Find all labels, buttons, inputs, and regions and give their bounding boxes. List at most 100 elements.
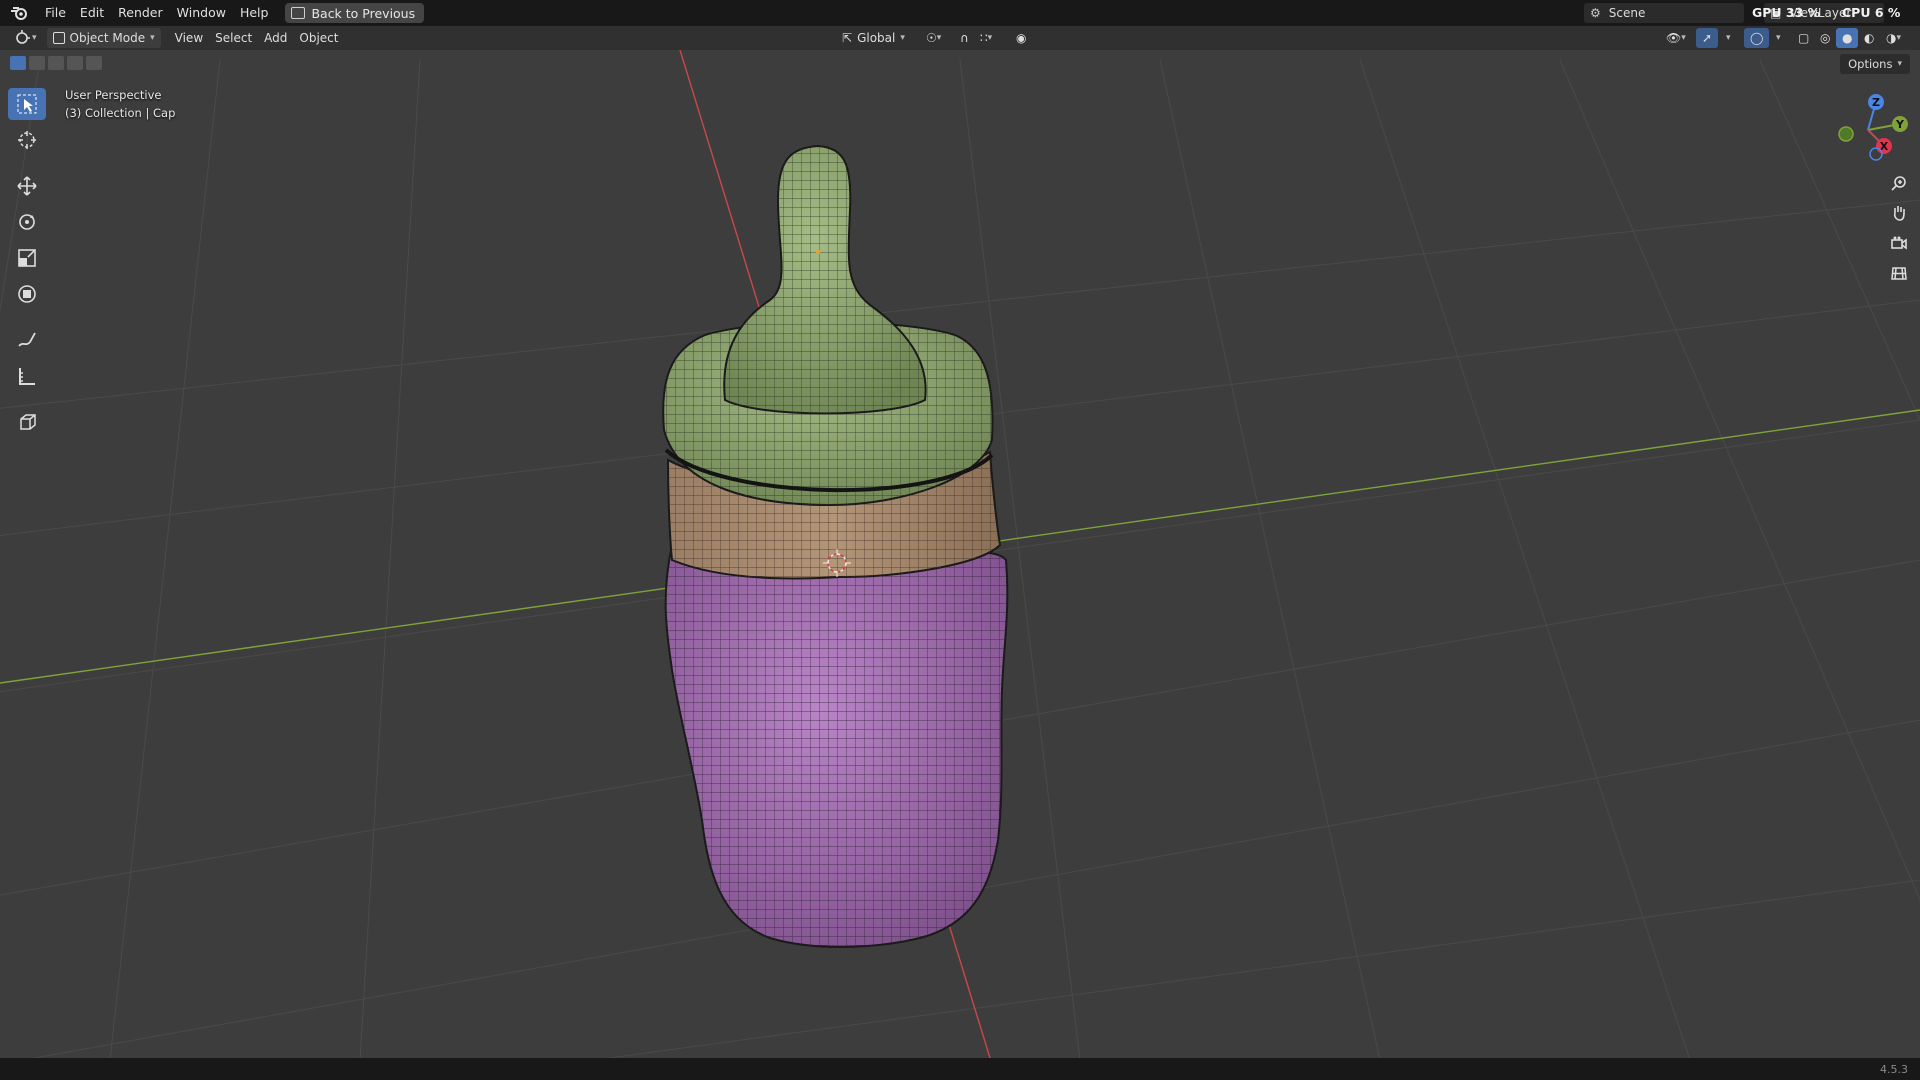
gizmo-neg-y-axis[interactable] <box>1838 126 1854 142</box>
pivot-icon: ☉ <box>926 31 937 45</box>
menu-object[interactable]: Object <box>293 28 344 48</box>
scene-icon: ⚙ <box>1590 6 1601 20</box>
magnet-icon: ∩ <box>960 31 969 45</box>
menu-view[interactable]: View <box>169 28 209 48</box>
scale-tool[interactable] <box>8 242 46 274</box>
menu-window[interactable]: Window <box>170 0 233 26</box>
options-dropdown[interactable]: Options ▾ <box>1840 54 1910 74</box>
selection-mode-group <box>10 56 102 70</box>
measure-icon <box>19 368 35 385</box>
transform-orientation-label: Global <box>857 31 896 45</box>
select-new-button[interactable] <box>10 56 26 70</box>
add-cube-tool[interactable] <box>8 406 46 438</box>
orientation-icon: ⇱ <box>842 31 853 45</box>
overlays-dropdown[interactable]: ▾ <box>1770 28 1787 48</box>
select-extend-button[interactable] <box>29 56 45 70</box>
viewport-header: ▾ Object Mode ▾ View Select Add Object ⇱… <box>0 26 1920 50</box>
pan-button[interactable] <box>1888 202 1910 224</box>
gizmo-y-label: Y <box>1895 118 1905 131</box>
select-subtract-button[interactable] <box>48 56 64 70</box>
proportional-edit-toggle[interactable]: ◉ <box>1010 28 1032 48</box>
back-to-previous-button[interactable]: Back to Previous <box>285 3 425 23</box>
eye-icon: 👁 <box>1666 31 1682 45</box>
select-intersect-button[interactable] <box>86 56 102 70</box>
scale-icon <box>18 249 36 267</box>
tool-shelf <box>8 88 46 438</box>
top-menu-bar: File Edit Render Window Help Back to Pre… <box>0 0 1920 26</box>
rotate-icon <box>19 214 35 230</box>
scene-name: Scene <box>1608 6 1646 20</box>
options-label: Options <box>1848 57 1893 71</box>
material-shading-button[interactable]: ◐ <box>1858 28 1880 48</box>
gizmo-neg-z-axis[interactable] <box>1869 147 1883 161</box>
origin-dot <box>816 250 820 254</box>
overlays-icon: ◯ <box>1750 31 1764 45</box>
xray-icon: ▢ <box>1798 31 1810 45</box>
bottle-nipple-mesh[interactable] <box>723 144 927 415</box>
snap-grid-icon: ∷ <box>980 31 988 45</box>
version-label: 4.5.3 <box>1880 1062 1908 1076</box>
snap-target-dropdown[interactable]: ∷ ▾ <box>974 28 998 48</box>
select-invert-button[interactable] <box>67 56 83 70</box>
object-mode-icon <box>52 32 65 44</box>
perspective-toggle-button[interactable] <box>1888 262 1910 284</box>
snap-toggle[interactable]: ∩ <box>954 28 975 48</box>
cursor-icon <box>18 131 36 149</box>
menu-render[interactable]: Render <box>111 0 170 26</box>
measure-tool[interactable] <box>8 360 46 392</box>
gpu-stat: GPU 33 % <box>1752 5 1821 20</box>
menu-file[interactable]: File <box>38 0 73 26</box>
blender-window: File Edit Render Window Help Back to Pre… <box>0 0 1920 1080</box>
scene-selector[interactable]: ⚙ Scene <box>1584 3 1744 23</box>
wireframe-shading-button[interactable]: ◎ <box>1814 28 1836 48</box>
gizmo-z-label: Z <box>1872 96 1880 109</box>
object-mode-dropdown[interactable]: Object Mode ▾ <box>46 28 161 48</box>
menu-select[interactable]: Select <box>209 28 258 48</box>
transform-orientation-dropdown[interactable]: ⇱ Global ▾ <box>836 28 911 48</box>
camera-view-button[interactable] <box>1888 232 1910 254</box>
solid-icon: ● <box>1842 31 1853 45</box>
view-perspective-label: User Perspective <box>65 88 162 102</box>
gizmo-toggle[interactable]: ➚ <box>1696 28 1719 48</box>
zoom-button[interactable] <box>1888 172 1910 194</box>
menu-help[interactable]: Help <box>233 0 276 26</box>
viewport-canvas[interactable] <box>0 50 1920 1058</box>
xray-toggle[interactable]: ▢ <box>1792 28 1815 48</box>
bottle-body-mesh[interactable] <box>664 543 1009 948</box>
overlays-toggle[interactable]: ◯ <box>1744 28 1770 48</box>
add-cube-icon <box>20 414 36 430</box>
zoom-icon <box>1891 176 1906 191</box>
grid-view-icon <box>1891 267 1907 280</box>
editor-type-button[interactable]: ▾ <box>8 28 43 48</box>
proportional-icon: ◉ <box>1016 31 1027 45</box>
material-icon: ◐ <box>1864 31 1875 45</box>
3d-viewport[interactable] <box>0 50 1920 1058</box>
move-icon <box>17 176 37 196</box>
status-bar: 4.5.3 <box>0 1058 1920 1080</box>
transform-icon <box>18 285 36 303</box>
rotate-tool[interactable] <box>8 206 46 238</box>
pan-hand-icon <box>1893 206 1905 221</box>
rendered-shading-button[interactable]: ◑ ▾ <box>1880 28 1907 48</box>
solid-shading-button[interactable]: ● <box>1836 28 1859 48</box>
cursor-tool[interactable] <box>8 124 46 156</box>
transform-tool[interactable] <box>8 278 46 310</box>
gizmo-dropdown[interactable]: ▾ <box>1720 28 1737 48</box>
select-box-tool[interactable] <box>8 88 46 120</box>
navigation-gizmo[interactable]: Z Y X <box>1828 90 1908 170</box>
pivot-point-dropdown[interactable]: ☉ ▾ <box>920 28 947 48</box>
viewport-info: User Perspective (3) Collection | Cap <box>65 86 175 122</box>
blender-logo-icon[interactable] <box>0 0 38 26</box>
select-box-icon <box>17 94 37 114</box>
cpu-stat: CPU 6 % <box>1842 5 1901 20</box>
wireframe-icon: ◎ <box>1820 31 1831 45</box>
back-to-previous-icon <box>291 7 306 19</box>
visibility-dropdown[interactable]: 👁 ▾ <box>1660 28 1692 48</box>
move-tool[interactable] <box>8 170 46 202</box>
active-object-label: (3) Collection | Cap <box>65 106 176 120</box>
menu-add[interactable]: Add <box>258 28 293 48</box>
menu-edit[interactable]: Edit <box>73 0 111 26</box>
rendered-icon: ◑ <box>1886 31 1897 45</box>
annotate-tool[interactable] <box>8 324 46 356</box>
editor-type-icon <box>16 30 30 44</box>
